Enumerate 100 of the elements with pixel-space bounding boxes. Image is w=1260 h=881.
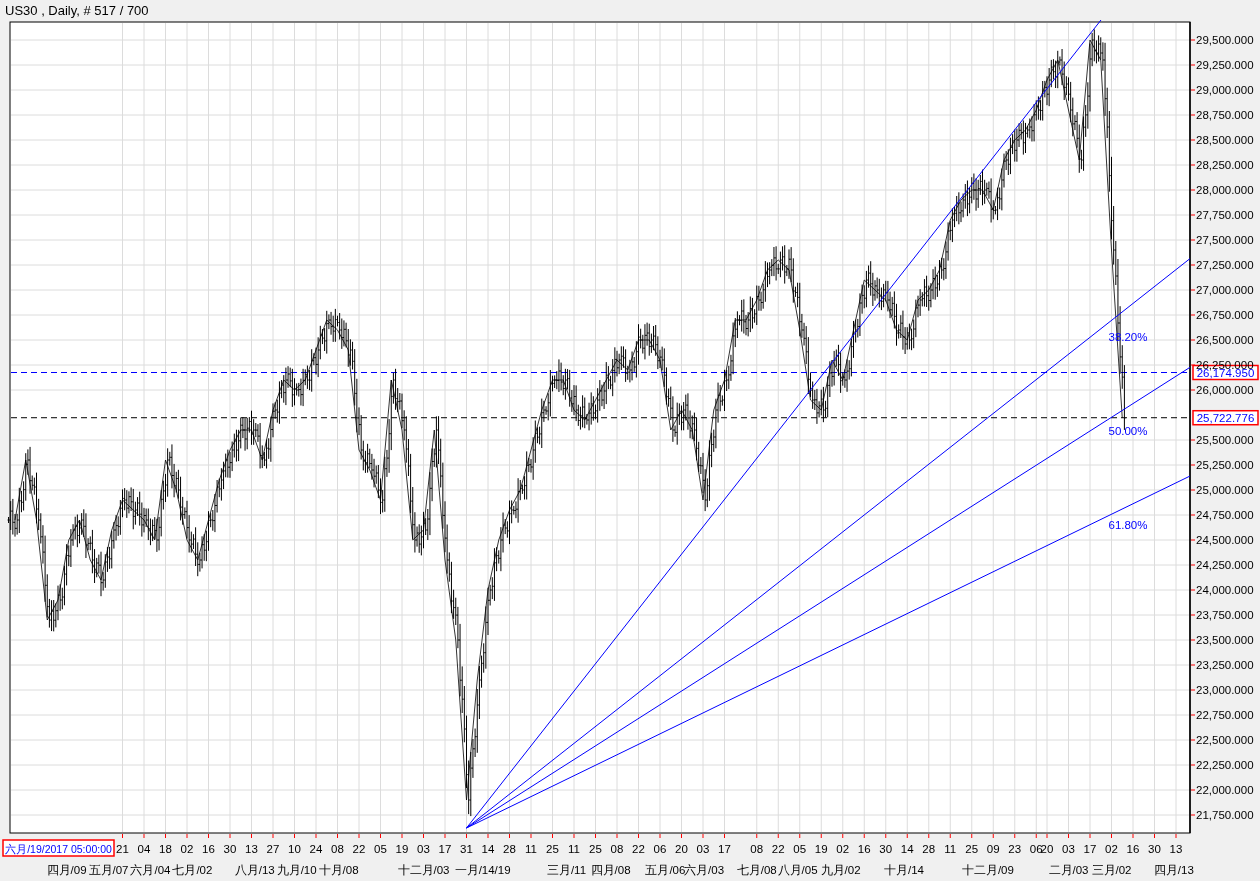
y-axis-label: 23,750.000	[1196, 609, 1254, 621]
fan-level-label: 50.00%	[1108, 425, 1148, 437]
x-axis-label: 14	[481, 843, 495, 855]
y-axis-label: 26,750.000	[1196, 309, 1254, 321]
month-label: 十月/14	[884, 864, 925, 876]
x-axis-label: 30	[879, 843, 893, 855]
month-label: 五月/07	[88, 864, 129, 876]
y-axis-label: 25,500.000	[1196, 434, 1254, 446]
y-axis-label: 24,500.000	[1196, 534, 1254, 546]
x-axis-label: 03	[417, 843, 430, 855]
x-axis-label: 03	[696, 843, 710, 855]
x-axis-label: 09	[986, 843, 1000, 855]
x-axis-label: 20	[1040, 843, 1054, 855]
y-axis-label: 26,500.000	[1196, 334, 1254, 346]
x-axis-label: 22	[352, 843, 366, 855]
x-axis-label: 14	[900, 843, 914, 855]
x-axis-label: 25	[546, 843, 559, 855]
y-axis-label: 23,250.000	[1196, 659, 1254, 671]
y-axis-label: 27,750.000	[1196, 209, 1254, 221]
x-axis-label: 16	[202, 843, 215, 855]
window-title: US30 , Daily, # 517 / 700	[5, 2, 149, 18]
x-axis-label: 27	[266, 843, 280, 855]
x-axis-label: 16	[1126, 843, 1140, 855]
month-label: 九月/10	[276, 864, 317, 876]
month-label: 六月/04	[130, 864, 171, 876]
month-label: 七月/08	[736, 864, 777, 876]
month-label: 一月/14/19	[454, 864, 511, 876]
x-axis-label: 03	[1062, 843, 1075, 855]
y-axis-label: 29,250.000	[1196, 59, 1254, 71]
month-label: 三月/11	[546, 864, 587, 876]
crosshair-date-label: 六月/19/2017 05:00:00	[2, 839, 115, 857]
x-axis-label: 25	[589, 843, 602, 855]
fan-level-label: 61.80%	[1108, 518, 1148, 531]
x-axis-label: 05	[793, 843, 807, 855]
y-axis-label: 22,250.000	[1196, 759, 1254, 771]
month-label: 十月/08	[318, 864, 359, 876]
x-axis-label: 11	[944, 843, 957, 855]
y-axis-label: 24,750.000	[1196, 509, 1254, 521]
x-axis-label: 06	[653, 843, 667, 855]
x-axis-label: 17	[1083, 843, 1097, 855]
y-axis-label: 27,250.000	[1196, 259, 1254, 271]
x-axis-label: 13	[245, 843, 258, 855]
x-axis-label: 08	[331, 843, 344, 855]
x-axis-label: 08	[610, 843, 624, 855]
y-axis-label: 22,750.000	[1196, 709, 1254, 721]
month-label: 十二月/03	[397, 864, 450, 876]
y-axis-label: 27,500.000	[1196, 234, 1254, 246]
x-axis-label: 22	[632, 843, 645, 855]
x-axis-label: 16	[857, 843, 871, 855]
x-axis-label: 13	[1169, 843, 1183, 855]
month-label: 八月/05	[777, 864, 818, 876]
x-axis-label: 28	[922, 843, 936, 855]
month-label: 八月/13	[234, 864, 275, 876]
month-label: 四月/13	[1153, 864, 1194, 876]
y-axis-label: 29,000.000	[1196, 84, 1254, 96]
x-axis-label: 11	[525, 843, 537, 855]
x-axis-label: 04	[137, 843, 151, 855]
y-axis-label: 23,500.000	[1196, 634, 1254, 646]
x-axis-label: 05	[374, 843, 387, 855]
x-axis-label: 10	[288, 843, 301, 855]
x-axis-label: 17	[718, 843, 731, 855]
x-axis-label: 02	[180, 843, 194, 855]
x-axis-label: 20	[675, 843, 688, 855]
month-label: 四月/08	[590, 864, 631, 876]
price-label: 25,722.776	[1192, 409, 1259, 426]
month-label: 二月/03	[1048, 864, 1089, 876]
x-axis-label: 31	[460, 843, 473, 855]
x-axis-label: 19	[395, 843, 409, 855]
x-axis-label: 08	[750, 843, 764, 855]
y-axis-label: 22,500.000	[1196, 734, 1254, 746]
y-axis-label: 28,500.000	[1196, 134, 1254, 146]
month-label: 三月/02	[1091, 864, 1132, 876]
ref-line-label: 25,722.776	[1196, 411, 1255, 424]
y-axis-label: 28,250.000	[1196, 159, 1254, 171]
x-axis-label: 21	[116, 843, 129, 855]
x-axis-label: 19	[814, 843, 828, 855]
month-label: 十二月/09	[961, 864, 1014, 876]
x-axis-label: 06	[1029, 843, 1043, 855]
x-axis-label: 30	[223, 843, 237, 855]
month-label: 六月/03	[684, 864, 725, 876]
y-axis-label: 25,000.000	[1196, 484, 1254, 496]
month-label: 九月/02	[820, 864, 861, 876]
y-axis-label: 28,750.000	[1196, 109, 1254, 121]
y-axis-label: 29,500.000	[1196, 34, 1254, 46]
x-axis-label: 17	[438, 843, 452, 855]
x-axis-label: 02	[1105, 843, 1118, 855]
y-axis-label: 21,750.000	[1196, 809, 1254, 821]
x-axis-label: 24	[309, 843, 323, 855]
x-axis-label: 11	[568, 843, 580, 855]
x-axis-label: 02	[836, 843, 850, 855]
month-label: 七月/02	[172, 864, 213, 876]
x-axis-label: 18	[159, 843, 172, 855]
y-axis-label: 28,000.000	[1196, 184, 1254, 196]
y-axis-label: 22,000.000	[1196, 784, 1254, 796]
x-axis-label: 28	[503, 843, 516, 855]
month-label: 四月/09	[46, 864, 87, 876]
x-axis-label: 30	[1148, 843, 1161, 855]
x-axis-label: 22	[771, 843, 785, 855]
y-axis-label: 26,000.000	[1196, 384, 1254, 396]
x-axis-label: 23	[1008, 843, 1022, 855]
